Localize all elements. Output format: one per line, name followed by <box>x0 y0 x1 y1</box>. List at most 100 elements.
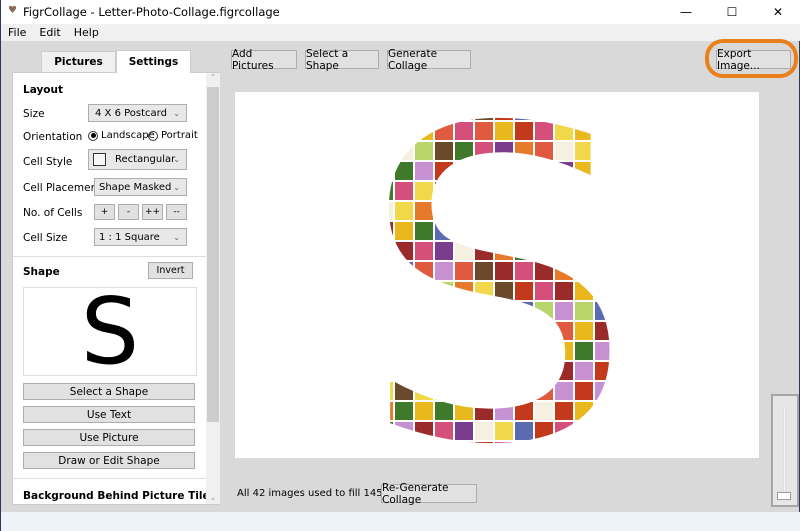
collage-tile <box>415 402 433 420</box>
collage-tile <box>455 422 473 440</box>
collage-tile <box>395 382 413 400</box>
collage-tile <box>395 402 413 420</box>
collage-tile <box>615 242 633 260</box>
size-label: Size <box>23 108 45 120</box>
collage-tile <box>375 302 393 320</box>
collage-tile <box>535 402 553 420</box>
scroll-down-icon[interactable]: ⌄ <box>206 493 220 502</box>
collage-tile <box>535 282 553 300</box>
collage-tile <box>575 262 593 280</box>
remove-cell-button[interactable]: - <box>118 204 139 220</box>
select-shape-button[interactable]: Select a Shape <box>305 48 379 72</box>
collage-tile <box>595 422 613 440</box>
collage-tile <box>435 202 453 220</box>
tab-settings[interactable]: Settings <box>116 50 191 73</box>
collage-tile <box>395 142 413 160</box>
maximize-button[interactable]: ☐ <box>709 0 755 24</box>
remove-many-cells-button[interactable]: -- <box>166 204 187 220</box>
radio-landscape[interactable]: Landscape <box>88 130 155 141</box>
zoom-slider[interactable] <box>771 394 799 507</box>
collage-tile <box>595 222 613 240</box>
collage-tile <box>615 222 633 240</box>
collage-tile <box>595 342 613 360</box>
chevron-down-icon: ⌄ <box>173 108 180 118</box>
collage-tile <box>435 422 453 440</box>
cell-placement-dropdown[interactable]: Shape Masked ⌄ <box>94 178 187 196</box>
collage-tile <box>575 122 593 140</box>
collage-tile <box>475 322 493 340</box>
collage-tile <box>415 422 433 440</box>
collage-tile <box>395 282 413 300</box>
collage-tile <box>595 142 613 160</box>
collage-tile <box>515 422 533 440</box>
menu-help[interactable]: Help <box>74 26 99 39</box>
menu-file[interactable]: File <box>8 26 26 39</box>
scrollbar-thumb[interactable] <box>207 87 219 422</box>
collage-tile <box>475 102 493 120</box>
cell-placement-value: Shape Masked <box>99 181 172 193</box>
collage-tile <box>535 322 553 340</box>
cell-size-dropdown[interactable]: 1 : 1 Square ⌄ <box>94 228 187 246</box>
select-shape-panel-button[interactable]: Select a Shape <box>23 383 195 400</box>
generate-collage-button[interactable]: Generate Collage <box>387 48 471 72</box>
regenerate-collage-button[interactable]: Re-Generate Collage <box>381 482 477 506</box>
shape-heading: Shape <box>23 266 60 278</box>
collage-tile <box>395 322 413 340</box>
cell-placement-label: Cell Placement <box>23 182 102 194</box>
collage-tile <box>415 202 433 220</box>
collage-tile <box>375 142 393 160</box>
collage-tile <box>395 122 413 140</box>
cell-style-dropdown[interactable]: Rectangular ⌄ <box>88 149 187 170</box>
collage-tile <box>435 362 453 380</box>
radio-portrait[interactable]: Portrait <box>148 130 198 141</box>
collage-tile <box>395 342 413 360</box>
collage-tile <box>515 242 533 260</box>
divider <box>13 256 206 257</box>
collage-tile <box>515 182 533 200</box>
use-picture-button[interactable]: Use Picture <box>23 429 195 446</box>
use-text-button[interactable]: Use Text <box>23 406 195 423</box>
add-cell-button[interactable]: + <box>94 204 115 220</box>
collage-tile <box>595 302 613 320</box>
export-image-button[interactable]: Export Image... <box>716 48 791 72</box>
collage-tile <box>595 122 613 140</box>
add-many-cells-button[interactable]: ++ <box>142 204 163 220</box>
minimize-button[interactable]: — <box>663 0 709 24</box>
collage-tile <box>615 102 633 120</box>
add-pictures-button[interactable]: Add Pictures <box>231 48 297 72</box>
collage-tile <box>575 222 593 240</box>
collage-tile <box>455 202 473 220</box>
collage-tile <box>435 342 453 360</box>
collage-tile <box>595 362 613 380</box>
collage-tile <box>495 242 513 260</box>
collage-tile <box>475 142 493 160</box>
collage-tile <box>555 242 573 260</box>
invert-button[interactable]: Invert <box>148 262 193 279</box>
collage-tile <box>435 222 453 240</box>
tab-pictures[interactable]: Pictures <box>41 51 116 73</box>
chevron-down-icon: ⌄ <box>173 232 180 242</box>
collage-tile <box>575 362 593 380</box>
size-dropdown[interactable]: 4 X 6 Postcard ⌄ <box>88 104 187 122</box>
collage-tile <box>535 422 553 440</box>
slider-thumb[interactable] <box>777 492 791 500</box>
collage-tile <box>435 162 453 180</box>
collage-tile <box>575 162 593 180</box>
menu-edit[interactable]: Edit <box>39 26 60 39</box>
divider <box>13 478 206 479</box>
collage-tile <box>535 202 553 220</box>
slider-track[interactable] <box>783 406 786 492</box>
collage-tile <box>495 322 513 340</box>
close-button[interactable]: ✕ <box>755 0 800 24</box>
collage-tile <box>495 342 513 360</box>
collage-tile <box>395 442 413 460</box>
collage-tile <box>495 282 513 300</box>
draw-edit-shape-button[interactable]: Draw or Edit Shape <box>23 452 195 469</box>
panel-scrollbar[interactable]: ⌃ ⌄ <box>206 73 220 504</box>
scroll-up-icon[interactable]: ⌃ <box>206 73 220 82</box>
cells-label: No. of Cells <box>23 207 83 219</box>
collage-tile <box>495 102 513 120</box>
collage-tile <box>615 282 633 300</box>
collage-tile <box>475 282 493 300</box>
collage-tile <box>455 102 473 120</box>
